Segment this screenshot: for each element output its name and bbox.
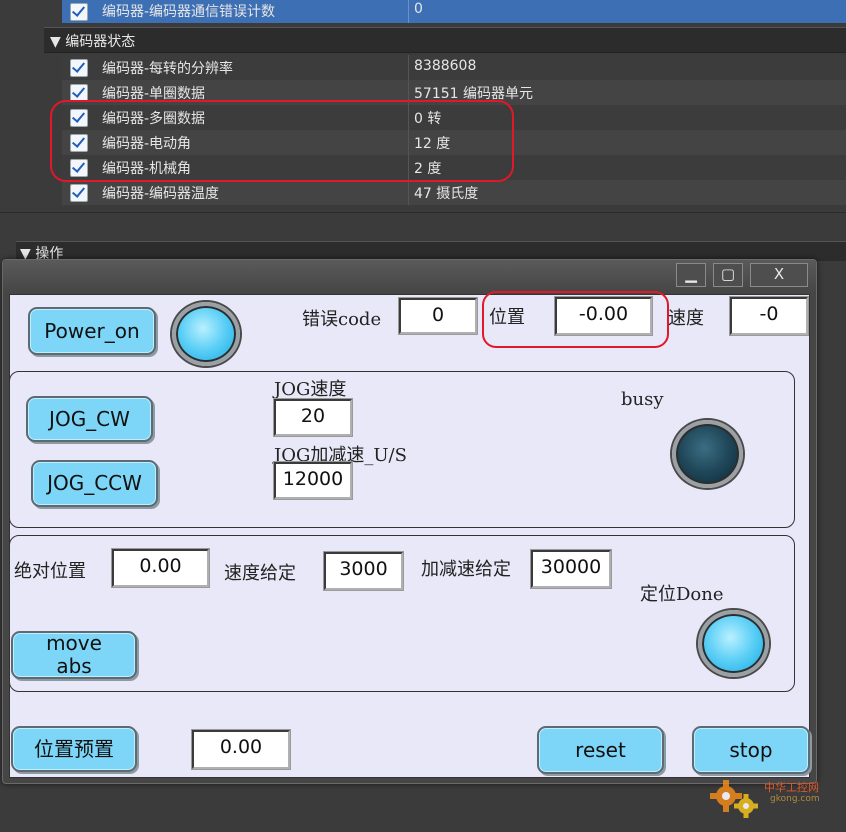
close-button[interactable]: X (750, 263, 808, 287)
done-indicator-lamp (698, 610, 769, 677)
abs-position-input[interactable]: 0.00 (111, 548, 210, 588)
speed-setpoint-input[interactable]: 3000 (323, 551, 404, 591)
jog-speed-label: JOG速度 (274, 379, 347, 400)
position-preset-button[interactable]: 位置预置 (11, 726, 137, 772)
checkbox[interactable] (70, 3, 88, 21)
property-value: 0 (414, 1, 423, 17)
property-row-comm-error[interactable]: 编码器-编码器通信错误计数 0 (62, 0, 846, 23)
minimize-icon: ▁ (685, 265, 697, 283)
property-value: 8388608 (414, 58, 477, 74)
property-row[interactable]: 编码器-编码器温度 47 摄氏度 (62, 180, 846, 205)
jog-speed-input[interactable]: 20 (273, 398, 353, 437)
watermark-logo: 中华工控网 gkong.com (706, 776, 836, 826)
annotation-highlight-rows (50, 100, 514, 182)
speed-setpoint-label: 速度给定 (224, 563, 296, 584)
move-abs-button[interactable]: move abs (11, 631, 137, 679)
property-name: 编码器-每转的分辨率 (102, 61, 234, 77)
section-encoder-status[interactable]: ▼ 编码器状态 (44, 27, 846, 53)
section-title: ▼ 编码器状态 (50, 34, 136, 50)
property-name: 编码器-编码器温度 (102, 186, 220, 202)
property-value: 47 摄氏度 (414, 186, 479, 202)
accel-setpoint-label: 加减速给定 (421, 559, 511, 580)
error-code-display: 0 (398, 297, 478, 335)
accel-setpoint-input[interactable]: 30000 (530, 549, 612, 589)
property-row[interactable]: 编码器-每转的分辨率 8388608 (62, 55, 846, 80)
watermark-url: gkong.com (770, 794, 820, 804)
busy-label: busy (621, 389, 664, 410)
checkbox[interactable] (70, 184, 88, 202)
jog-accel-input[interactable]: 12000 (273, 461, 353, 500)
busy-indicator-lamp (672, 420, 743, 488)
maximize-icon: ▢ (720, 265, 736, 283)
watermark-text: 中华工控网 (764, 781, 819, 794)
speed-label: 速度 (668, 308, 704, 329)
minimize-button[interactable]: ▁ (676, 263, 706, 287)
close-icon: X (773, 265, 785, 283)
maximize-button[interactable]: ▢ (713, 263, 743, 287)
power-indicator-lamp (172, 302, 240, 366)
abs-position-label: 绝对位置 (14, 561, 86, 582)
checkbox[interactable] (70, 59, 88, 77)
move-abs-label-line1: move (46, 631, 102, 655)
jog-cw-button[interactable]: JOG_CW (26, 396, 153, 442)
panel-divider (0, 212, 846, 213)
move-abs-label-line2: abs (56, 654, 92, 678)
stop-button[interactable]: stop (692, 726, 810, 774)
property-name: 编码器-编码器通信错误计数 (102, 4, 276, 20)
annotation-highlight-position (482, 291, 669, 348)
error-code-label: 错误code (302, 309, 382, 330)
preset-value-input[interactable]: 0.00 (191, 729, 291, 770)
jog-ccw-button[interactable]: JOG_CCW (31, 460, 158, 507)
speed-display: -0 (729, 296, 809, 336)
section-operation[interactable]: ▼ 操作 (16, 241, 846, 262)
power-on-button[interactable]: Power_on (28, 307, 156, 355)
done-label: 定位Done (640, 584, 724, 605)
reset-button[interactable]: reset (537, 726, 664, 774)
